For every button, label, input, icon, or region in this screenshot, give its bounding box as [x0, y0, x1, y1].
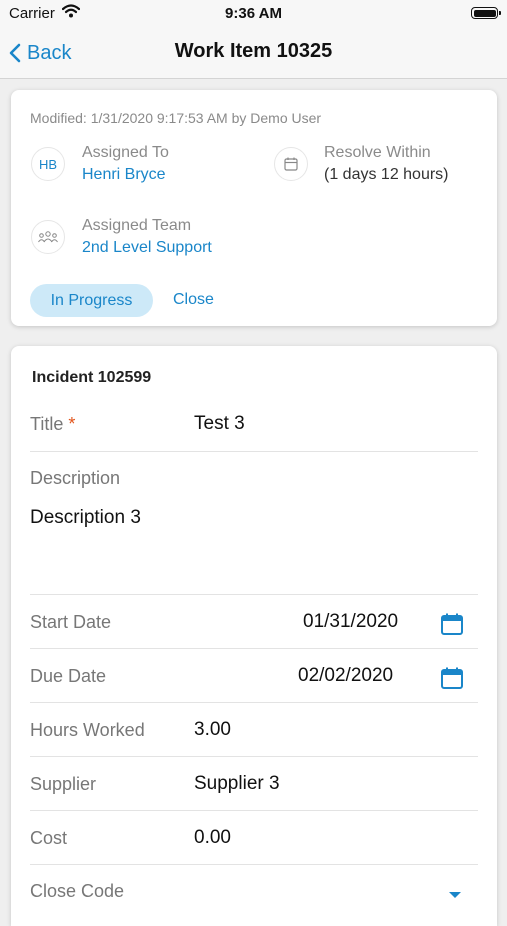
summary-card: Modified: 1/31/2020 9:17:53 AM by Demo U… — [11, 90, 497, 326]
assignee-initials: HB — [38, 156, 58, 172]
due-date-label: Due Date — [30, 666, 107, 686]
calendar-icon — [274, 147, 308, 181]
modified-info: Modified: 1/31/2020 9:17:53 AM by Demo U… — [30, 110, 322, 126]
due-date-calendar-icon[interactable] — [440, 666, 464, 690]
divider — [30, 594, 478, 595]
page-title: Work Item 10325 — [174, 40, 333, 62]
cost-field[interactable]: 0.00 — [194, 827, 231, 849]
hours-worked-field[interactable]: 3.00 — [194, 719, 231, 741]
supplier-label: Supplier — [30, 774, 97, 794]
divider — [30, 810, 478, 811]
resolve-within-label: Resolve Within — [324, 144, 431, 161]
divider — [30, 756, 478, 757]
assigned-team-label: Assigned Team — [82, 217, 192, 234]
cost-label: Cost — [30, 828, 68, 848]
start-date-label: Start Date — [30, 612, 112, 632]
assigned-to-label: Assigned To — [82, 144, 169, 161]
divider — [30, 864, 478, 865]
assigned-team-link[interactable]: 2nd Level Support — [82, 239, 212, 257]
status-bar: Carrier 9:36 AM — [0, 0, 507, 28]
required-marker: * — [68, 414, 76, 434]
navigation-bar: Back Work Item 10325 — [0, 28, 507, 79]
title-label: Title * — [30, 414, 75, 435]
description-label: Description — [30, 468, 121, 488]
start-date-field[interactable]: 01/31/2020 — [303, 611, 398, 633]
status-button[interactable]: In Progress — [30, 284, 153, 317]
clock: 9:36 AM — [225, 5, 282, 22]
incident-form-card: Incident 102599 Title * Test 3 Descriptio… — [11, 346, 497, 926]
close-button[interactable]: Close — [173, 291, 214, 309]
hours-worked-label: Hours Worked — [30, 720, 145, 740]
title-label-text: Title — [30, 414, 64, 434]
divider — [30, 702, 478, 703]
battery-icon — [471, 7, 501, 19]
divider — [30, 648, 478, 649]
start-date-calendar-icon[interactable] — [440, 612, 464, 636]
assignee-avatar: HB — [31, 147, 65, 181]
incident-heading: Incident 102599 — [32, 369, 152, 386]
divider — [30, 451, 478, 452]
close-code-dropdown-icon[interactable] — [449, 892, 461, 898]
due-date-field[interactable]: 02/02/2020 — [298, 665, 393, 687]
resolve-within-value: (1 days 12 hours) — [324, 166, 449, 183]
supplier-field[interactable]: Supplier 3 — [194, 773, 280, 795]
assigned-to-link[interactable]: Henri Bryce — [82, 166, 166, 184]
description-field[interactable]: Description 3 — [30, 507, 141, 529]
team-icon — [31, 220, 65, 254]
close-code-label: Close Code — [30, 881, 125, 901]
title-field[interactable]: Test 3 — [194, 413, 245, 435]
